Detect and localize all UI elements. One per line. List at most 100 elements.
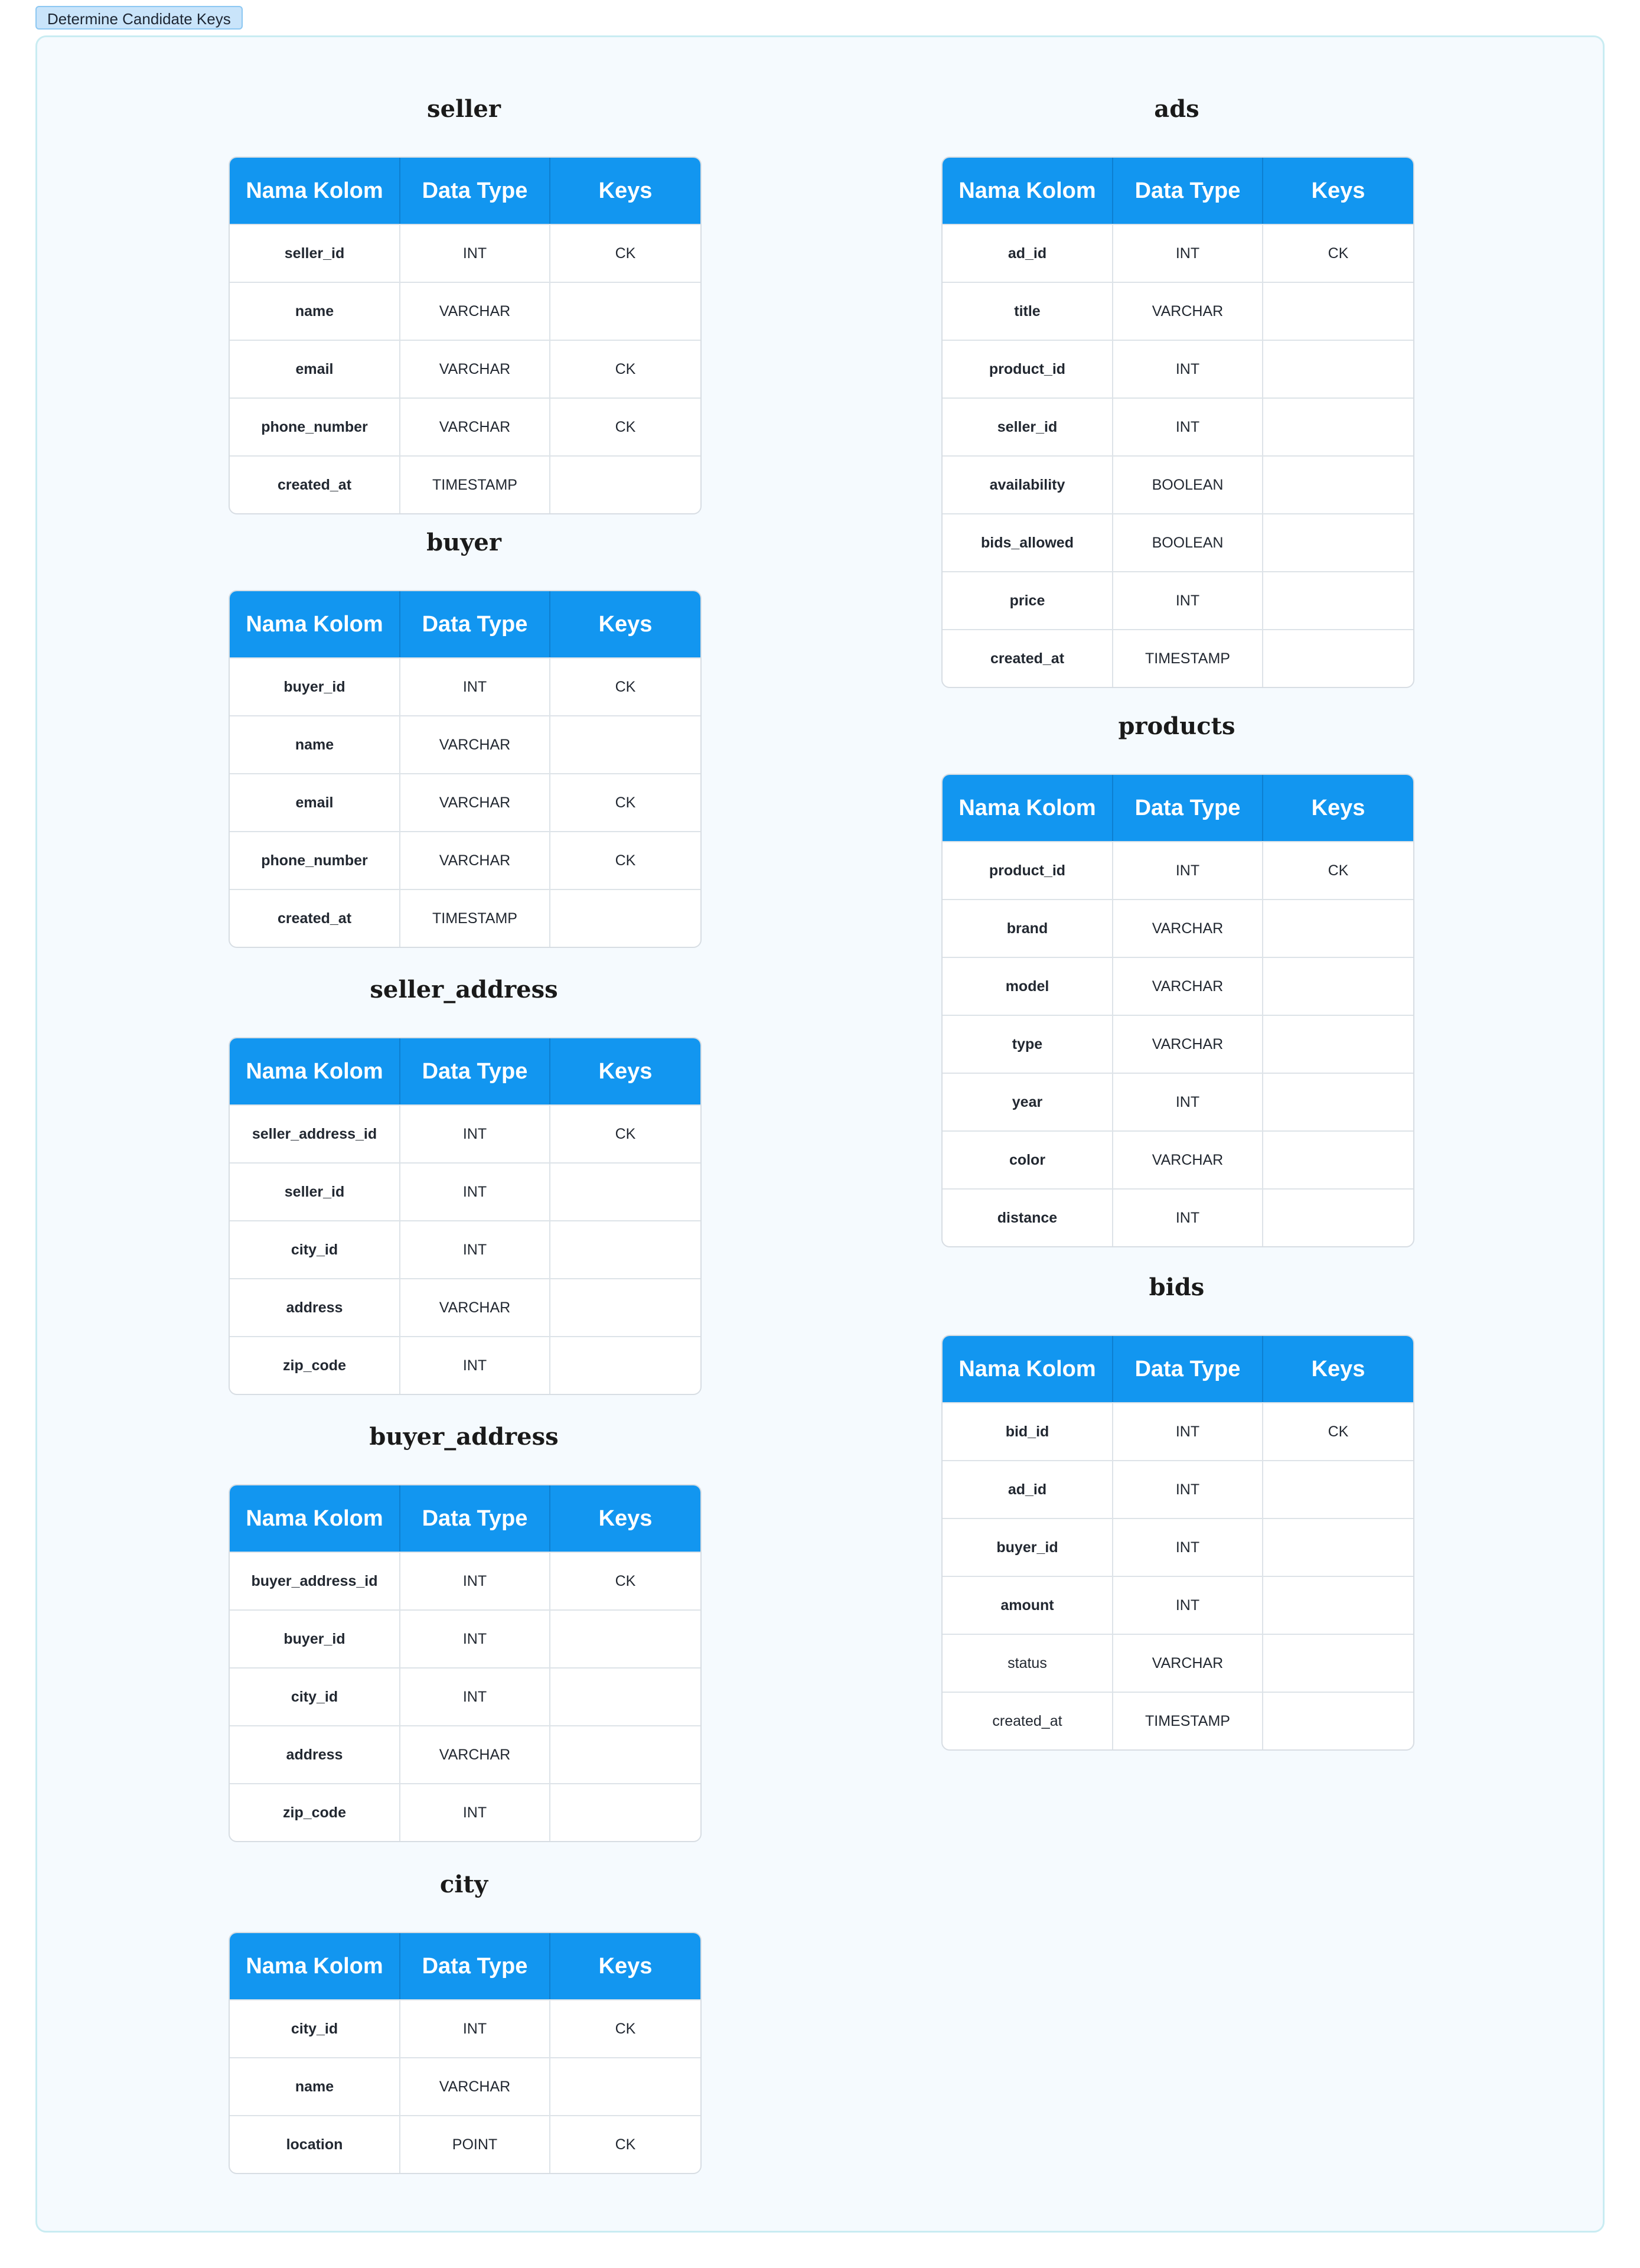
key-cell: CK [1263, 1402, 1413, 1460]
key-cell [550, 1725, 700, 1783]
table-row: seller_address_id INT CK [230, 1104, 700, 1162]
column-name-cell: product_id [943, 340, 1113, 397]
col-name-header: Nama Kolom [230, 591, 400, 657]
schema-table: Nama Kolom Data Type Keys bid_id INT CK ad_id I… [941, 1335, 1414, 1751]
key-cell [1263, 1692, 1413, 1749]
data-type-header: Data Type [400, 1038, 550, 1104]
table-row: model VARCHAR [943, 957, 1413, 1015]
table-row: year INT [943, 1073, 1413, 1130]
key-cell: CK [550, 340, 700, 397]
key-cell: CK [550, 773, 700, 831]
key-cell [1263, 397, 1413, 455]
data-type-cell: INT [1113, 1518, 1263, 1576]
data-type-cell: VARCHAR [1113, 899, 1263, 957]
key-cell: CK [1263, 224, 1413, 282]
key-cell [550, 1783, 700, 1841]
table-row: buyer_address_id INT CK [230, 1552, 700, 1609]
key-cell [550, 1336, 700, 1394]
key-cell: CK [1263, 841, 1413, 899]
column-name-cell: type [943, 1015, 1113, 1073]
column-name-cell: seller_id [943, 397, 1113, 455]
table-title: buyer_address [369, 1423, 559, 1451]
schema-table: Nama Kolom Data Type Keys seller_address_id… [229, 1037, 702, 1395]
data-type-cell: INT [1113, 841, 1263, 899]
table-row: phone_number VARCHAR CK [230, 831, 700, 889]
column-name-cell: buyer_id [230, 657, 400, 715]
column-name-cell: amount [943, 1576, 1113, 1634]
key-cell [1263, 1130, 1413, 1188]
data-type-cell: VARCHAR [400, 773, 550, 831]
table-row: city_id INT CK [230, 1999, 700, 2057]
key-cell [1263, 1634, 1413, 1692]
data-type-cell: INT [400, 1162, 550, 1220]
col-name-header: Nama Kolom [943, 1336, 1113, 1402]
table-row: created_at TIMESTAMP [943, 1692, 1413, 1749]
column-name-cell: zip_code [230, 1336, 400, 1394]
data-type-cell: VARCHAR [400, 831, 550, 889]
data-type-cell: TIMESTAMP [400, 889, 550, 947]
column-name-cell: seller_id [230, 224, 400, 282]
column-name-cell: zip_code [230, 1783, 400, 1841]
header-row: Nama Kolom Data Type Keys [230, 1038, 700, 1104]
column-name-cell: address [230, 1278, 400, 1336]
data-type-cell: INT [1113, 340, 1263, 397]
key-cell [550, 1278, 700, 1336]
column-name-cell: created_at [230, 889, 400, 947]
data-type-cell: VARCHAR [400, 1278, 550, 1336]
table-title: bids [1149, 1273, 1205, 1301]
data-type-cell: POINT [400, 2115, 550, 2173]
data-type-cell: INT [1113, 1576, 1263, 1634]
key-cell [1263, 455, 1413, 513]
table-row: amount INT [943, 1576, 1413, 1634]
key-cell: CK [550, 657, 700, 715]
table-row: address VARCHAR [230, 1725, 700, 1783]
column-name-cell: distance [943, 1188, 1113, 1246]
key-cell: CK [550, 397, 700, 455]
key-cell: CK [550, 1999, 700, 2057]
column-name-cell: seller_id [230, 1162, 400, 1220]
table-row: ad_id INT [943, 1460, 1413, 1518]
data-type-cell: VARCHAR [400, 282, 550, 340]
key-cell [550, 889, 700, 947]
table-row: seller_id INT [943, 397, 1413, 455]
header-row: Nama Kolom Data Type Keys [230, 1485, 700, 1552]
table-row: product_id INT CK [943, 841, 1413, 899]
table-row: ad_id INT CK [943, 224, 1413, 282]
table-row: seller_id INT CK [230, 224, 700, 282]
data-type-cell: VARCHAR [400, 397, 550, 455]
key-cell [1263, 1518, 1413, 1576]
table-row: distance INT [943, 1188, 1413, 1246]
data-type-header: Data Type [1113, 1336, 1263, 1402]
table-row: email VARCHAR CK [230, 773, 700, 831]
table-row: created_at TIMESTAMP [230, 455, 700, 513]
key-cell [1263, 513, 1413, 571]
data-type-cell: INT [1113, 1073, 1263, 1130]
table-city: city Nama Kolom Data Type Keys city_id INT CK… [229, 1867, 702, 2174]
schema-table: Nama Kolom Data Type Keys product_id INT CK br… [941, 774, 1414, 1247]
key-cell [550, 455, 700, 513]
column-name-cell: created_at [943, 629, 1113, 687]
data-type-cell: INT [1113, 571, 1263, 629]
key-cell [550, 2057, 700, 2115]
table-buyer-address: buyer_address Nama Kolom Data Type Keys buy… [229, 1419, 702, 1842]
data-type-cell: INT [400, 1336, 550, 1394]
keys-header: Keys [550, 158, 700, 224]
table-row: bids_allowed BOOLEAN [943, 513, 1413, 571]
table-row: buyer_id INT [943, 1518, 1413, 1576]
column-name-cell: email [230, 773, 400, 831]
table-row: zip_code INT [230, 1783, 700, 1841]
key-cell [1263, 1460, 1413, 1518]
table-row: buyer_id INT CK [230, 657, 700, 715]
data-type-cell: VARCHAR [1113, 282, 1263, 340]
table-row: address VARCHAR [230, 1278, 700, 1336]
schema-table: Nama Kolom Data Type Keys city_id INT CK name V… [229, 1932, 702, 2174]
table-row: availability BOOLEAN [943, 455, 1413, 513]
column-name-cell: model [943, 957, 1113, 1015]
table-row: seller_id INT [230, 1162, 700, 1220]
key-cell [1263, 1073, 1413, 1130]
key-cell [550, 1220, 700, 1278]
key-cell [550, 1162, 700, 1220]
data-type-cell: VARCHAR [1113, 1015, 1263, 1073]
key-cell: CK [550, 831, 700, 889]
column-name-cell: brand [943, 899, 1113, 957]
